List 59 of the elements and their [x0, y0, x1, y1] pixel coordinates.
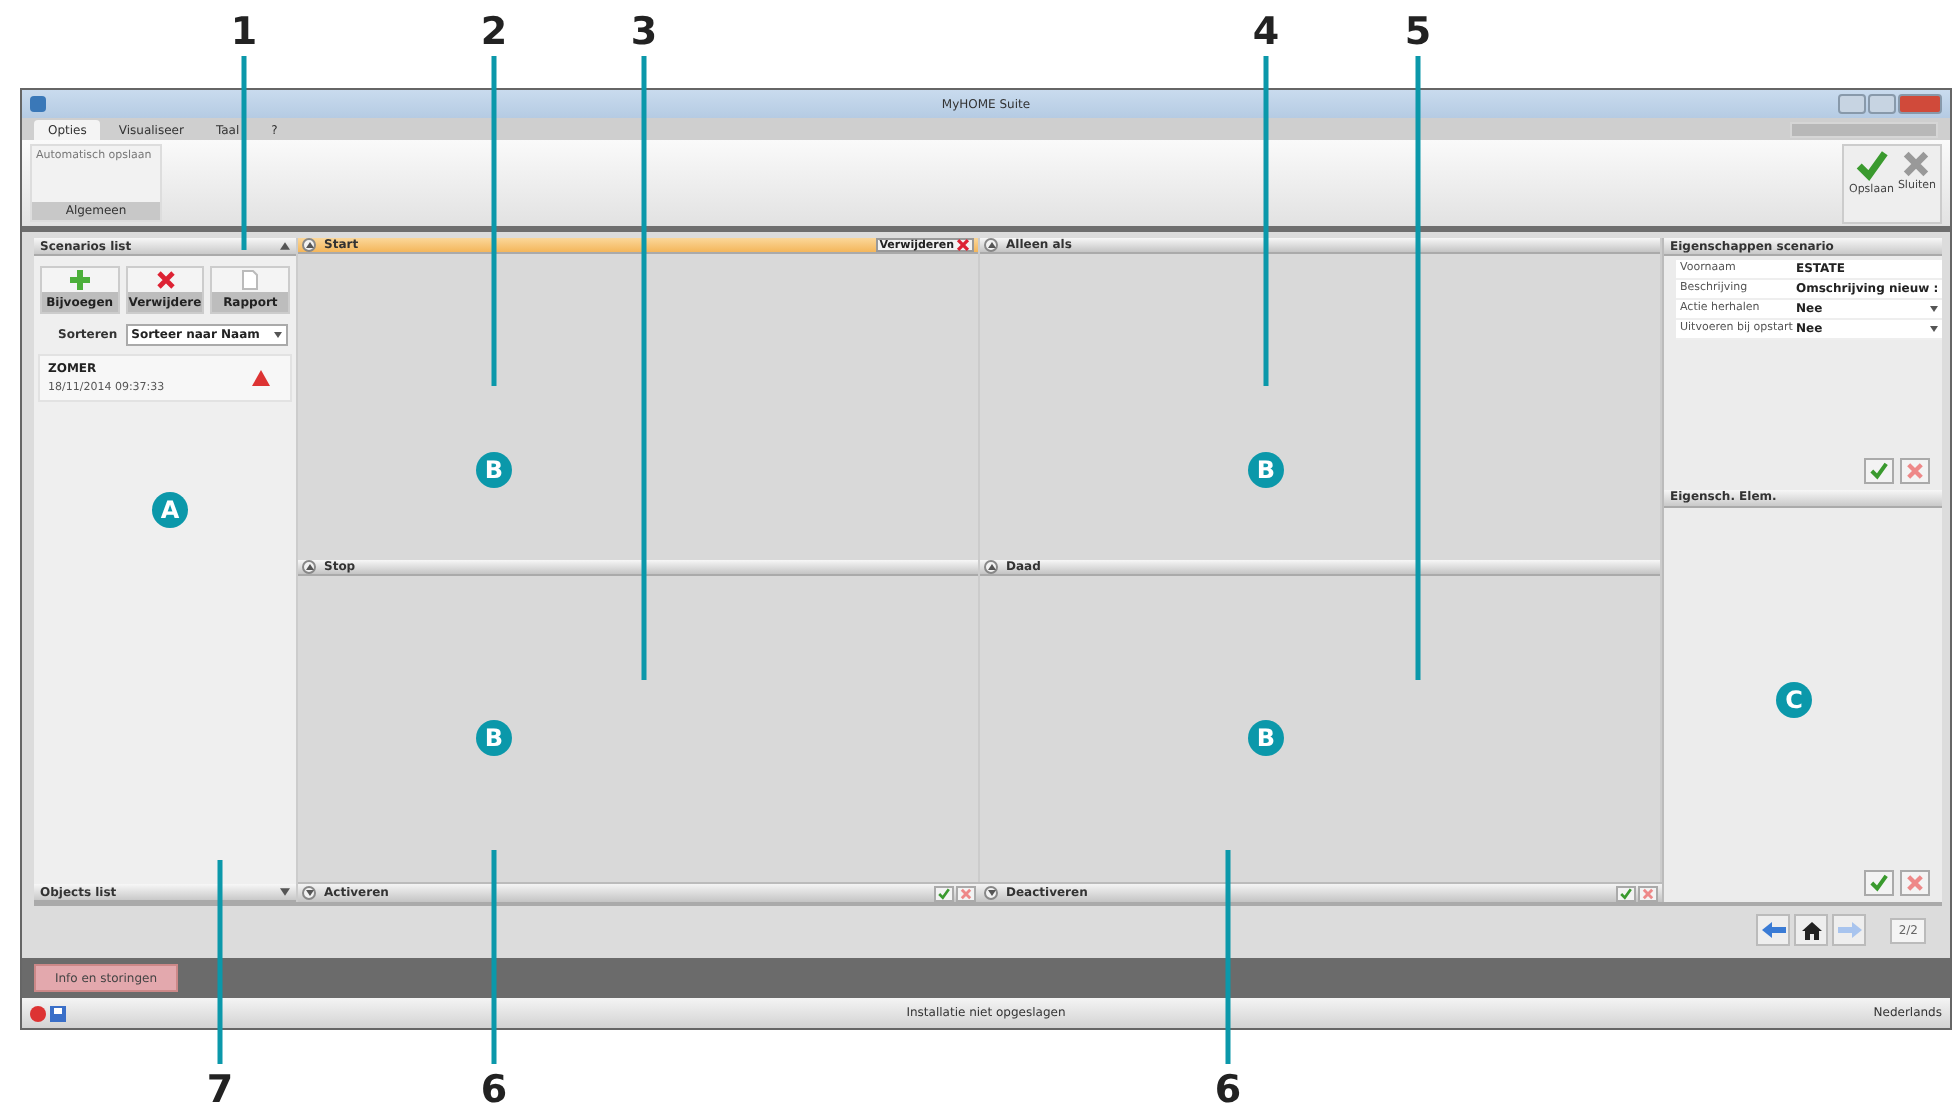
confirm-button[interactable] [1864, 457, 1894, 484]
plus-icon [69, 270, 90, 290]
home-button[interactable] [1794, 914, 1829, 946]
chevron-down-icon[interactable] [280, 888, 290, 896]
arrow-right-icon [1837, 922, 1862, 938]
chevron-down-icon [274, 332, 282, 338]
confirm-button[interactable] [1864, 870, 1894, 896]
close-icon [1642, 887, 1654, 899]
warning-icon [252, 370, 270, 386]
collapse-toggle[interactable] [302, 560, 316, 574]
home-icon [1801, 921, 1822, 939]
collapse-toggle[interactable] [302, 238, 316, 252]
collapse-toggle[interactable] [984, 560, 998, 574]
callout-number: 6 [480, 1068, 508, 1112]
document-icon [242, 270, 259, 290]
callout-number: 4 [1252, 10, 1280, 54]
cancel-button[interactable] [1638, 885, 1658, 901]
collapse-toggle[interactable] [302, 886, 316, 900]
close-icon [1906, 461, 1924, 480]
chevron-down-icon [305, 890, 313, 896]
callout-number: 1 [230, 10, 258, 54]
confirm-button[interactable] [1616, 885, 1636, 901]
chevron-down-icon [987, 890, 995, 896]
callout-number: 2 [480, 10, 508, 54]
close-icon [956, 238, 970, 252]
chevron-up-icon [987, 242, 995, 248]
collapse-toggle[interactable] [984, 238, 998, 252]
minimize-button[interactable] [1838, 94, 1866, 114]
chevron-up-icon[interactable] [280, 242, 290, 250]
chevron-up-icon [305, 242, 313, 248]
callout-number: 3 [630, 10, 658, 54]
cancel-button[interactable] [956, 885, 976, 901]
chevron-up-icon [305, 564, 313, 570]
close-icon [1902, 150, 1931, 178]
close-icon [155, 270, 175, 290]
confirm-button[interactable] [934, 885, 954, 901]
callout-number: 6 [1214, 1068, 1242, 1112]
back-button[interactable] [1756, 914, 1791, 946]
arrow-left-icon [1761, 922, 1786, 938]
check-icon [1870, 874, 1888, 892]
check-icon [1620, 887, 1632, 899]
cancel-button[interactable] [1900, 870, 1930, 896]
app-icon [30, 96, 46, 112]
callout-number: 7 [206, 1068, 234, 1112]
cancel-button[interactable] [1900, 457, 1930, 484]
chevron-up-icon [987, 564, 995, 570]
maximize-button[interactable] [1868, 94, 1896, 114]
collapse-toggle[interactable] [984, 886, 998, 900]
check-icon [938, 887, 950, 899]
chevron-down-icon [1930, 326, 1939, 332]
close-icon [1906, 874, 1924, 892]
save-icon [50, 1005, 66, 1021]
close-button[interactable] [1898, 94, 1942, 114]
error-icon [30, 1005, 46, 1021]
check-icon [1855, 150, 1888, 182]
chevron-down-icon [1930, 306, 1939, 312]
callout-number: 5 [1404, 10, 1432, 54]
check-icon [1870, 461, 1888, 480]
close-icon [960, 887, 972, 899]
